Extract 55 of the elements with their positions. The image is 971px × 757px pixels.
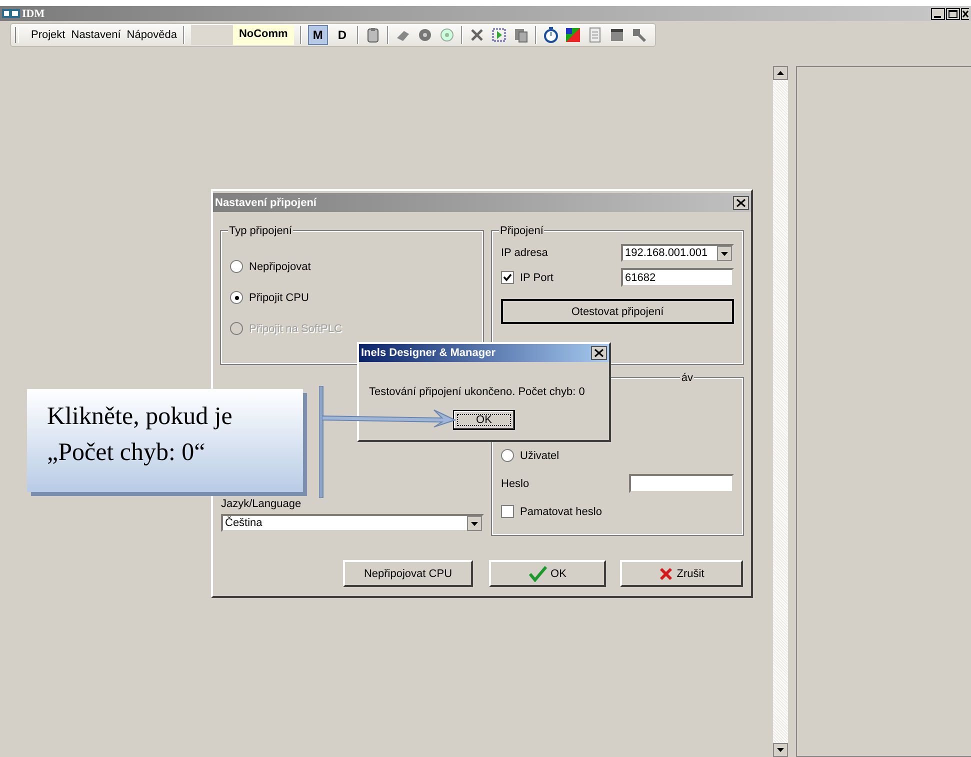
close-icon[interactable] <box>733 196 749 210</box>
scroll-bar[interactable] <box>773 66 788 757</box>
message-title: Inels Designer & Manager <box>361 347 496 359</box>
menu-item[interactable]: Nápověda <box>126 29 177 41</box>
option-label: IP Port <box>520 272 554 284</box>
mode-button[interactable]: D <box>334 26 350 44</box>
option-label: Uživatel <box>520 450 560 462</box>
group-label: Připojení <box>499 225 544 237</box>
scroll-up-icon[interactable] <box>773 66 788 80</box>
option-label: Nepřipojovat <box>249 260 311 272</box>
ip-address-dropdown[interactable]: 192.168.001.001 <box>621 244 734 262</box>
group-label: áv <box>680 372 694 384</box>
connection-status: NoComm <box>232 25 294 45</box>
option-label: Pamatovat heslo <box>520 506 602 518</box>
selection-icon[interactable] <box>490 27 506 43</box>
password-field[interactable] <box>629 474 734 493</box>
menu-item[interactable]: Nastavení <box>71 29 121 41</box>
checkbox[interactable] <box>501 505 514 518</box>
callout-box: Klikněte, pokud je „Počet chyb: 0“ <box>27 389 303 492</box>
dialog-title: Nastavení připojení <box>215 196 316 208</box>
test-connection-button[interactable]: Otestovat připojení <box>501 299 734 324</box>
status-panel <box>190 25 233 45</box>
radio-button[interactable] <box>501 449 514 462</box>
port-field[interactable]: 61682 <box>621 268 734 287</box>
radio-button[interactable] <box>230 260 243 273</box>
scroll-down-icon[interactable] <box>773 743 788 757</box>
mode-button[interactable]: M <box>308 25 328 45</box>
cancel-button[interactable]: Zrušit <box>620 560 743 587</box>
window-icon[interactable] <box>608 27 624 43</box>
radio-button[interactable] <box>230 291 243 304</box>
clipboard-icon[interactable] <box>364 27 380 43</box>
checkbox[interactable] <box>501 271 514 284</box>
field-label: Heslo <box>501 478 530 490</box>
ok-button[interactable]: OK <box>453 410 515 430</box>
cross-icon <box>658 566 673 580</box>
ok-button[interactable]: OK <box>489 560 606 587</box>
check-mark-icon <box>528 566 547 582</box>
field-label: Jazyk/Language <box>221 498 302 510</box>
disconnect-button[interactable]: Nepřipojovat CPU <box>343 560 473 587</box>
option-label: Připojit CPU <box>249 292 309 304</box>
minimize-icon[interactable] <box>931 8 945 20</box>
field-label: IP adresa <box>501 247 548 259</box>
chart-icon[interactable] <box>564 27 580 43</box>
group-label: Typ připojení <box>228 225 293 237</box>
document-icon[interactable] <box>586 27 602 43</box>
window-title: IDM <box>22 8 45 20</box>
copy-icon[interactable] <box>512 27 528 43</box>
maximize-icon[interactable] <box>946 8 960 20</box>
app-logo-icon <box>2 9 20 18</box>
message-text: Testování připojení ukončeno. Počet chyb: 0 <box>369 386 586 398</box>
stopwatch-icon[interactable] <box>542 27 558 43</box>
language-dropdown[interactable]: Čeština <box>221 514 484 532</box>
close-icon[interactable] <box>961 8 969 20</box>
menu-item[interactable]: Projekt <box>31 29 66 41</box>
close-icon[interactable] <box>591 346 607 360</box>
